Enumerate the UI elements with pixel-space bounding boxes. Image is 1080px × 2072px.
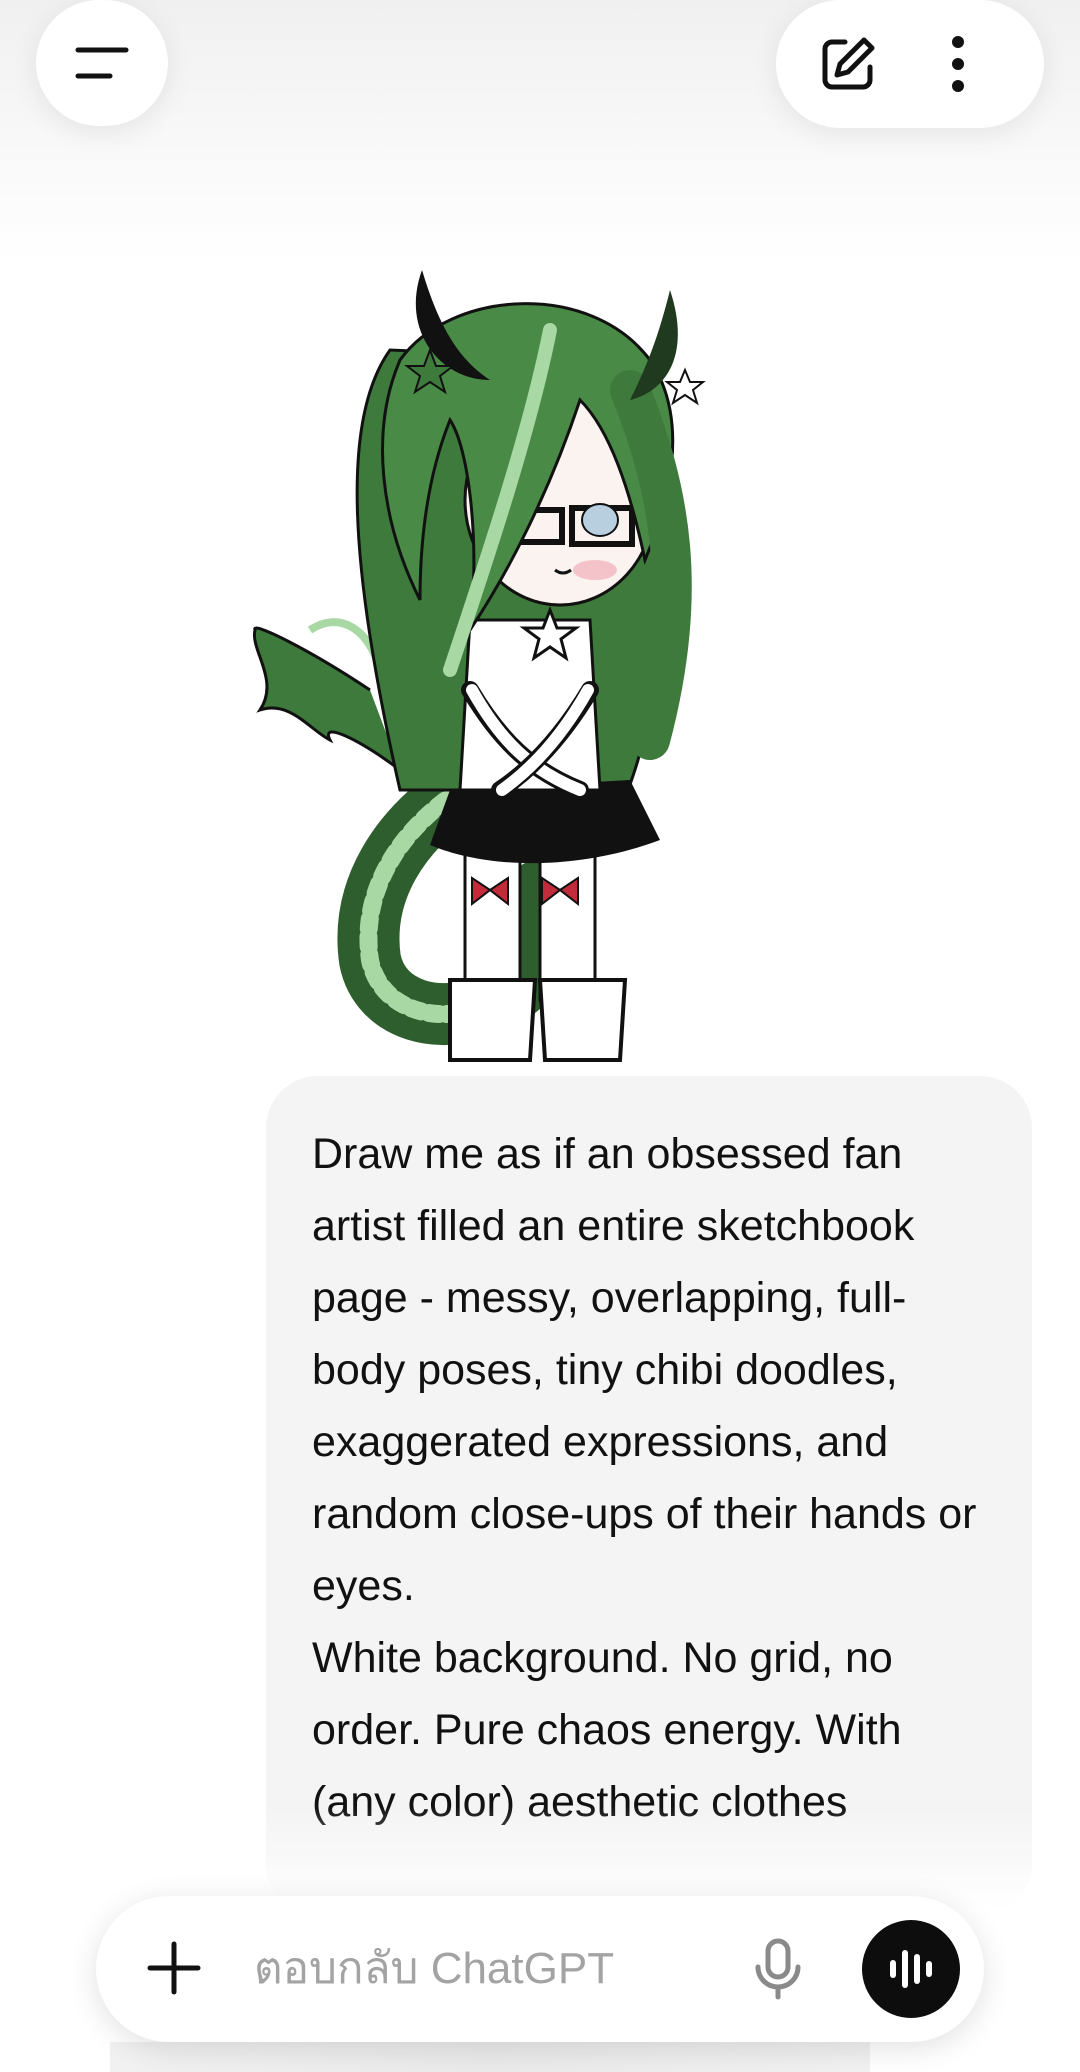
gacha-character-image[interactable] [250, 270, 830, 1070]
user-message-text: Draw me as if an obsessed fan artist fil… [312, 1130, 977, 1826]
plus-icon [147, 1941, 201, 1995]
voice-waveform-icon [890, 1950, 932, 1988]
voice-mode-button[interactable] [862, 1920, 960, 2018]
top-actions [776, 0, 1044, 128]
more-button[interactable] [922, 28, 994, 100]
menu-button[interactable] [36, 0, 168, 126]
vertical-dots-icon [952, 36, 964, 92]
user-message-bubble[interactable]: Draw me as if an obsessed fan artist fil… [266, 1076, 1032, 1916]
message-input[interactable] [252, 1932, 696, 2006]
microphone-icon [755, 1938, 801, 2000]
composer [96, 1896, 984, 2042]
bottom-preview-strip [110, 2042, 870, 2072]
menu-lines-icon [75, 47, 129, 79]
microphone-button[interactable] [742, 1930, 814, 2008]
attach-button[interactable] [138, 1932, 210, 2004]
pencil-square-icon [822, 37, 875, 90]
new-chat-button[interactable] [812, 28, 884, 100]
